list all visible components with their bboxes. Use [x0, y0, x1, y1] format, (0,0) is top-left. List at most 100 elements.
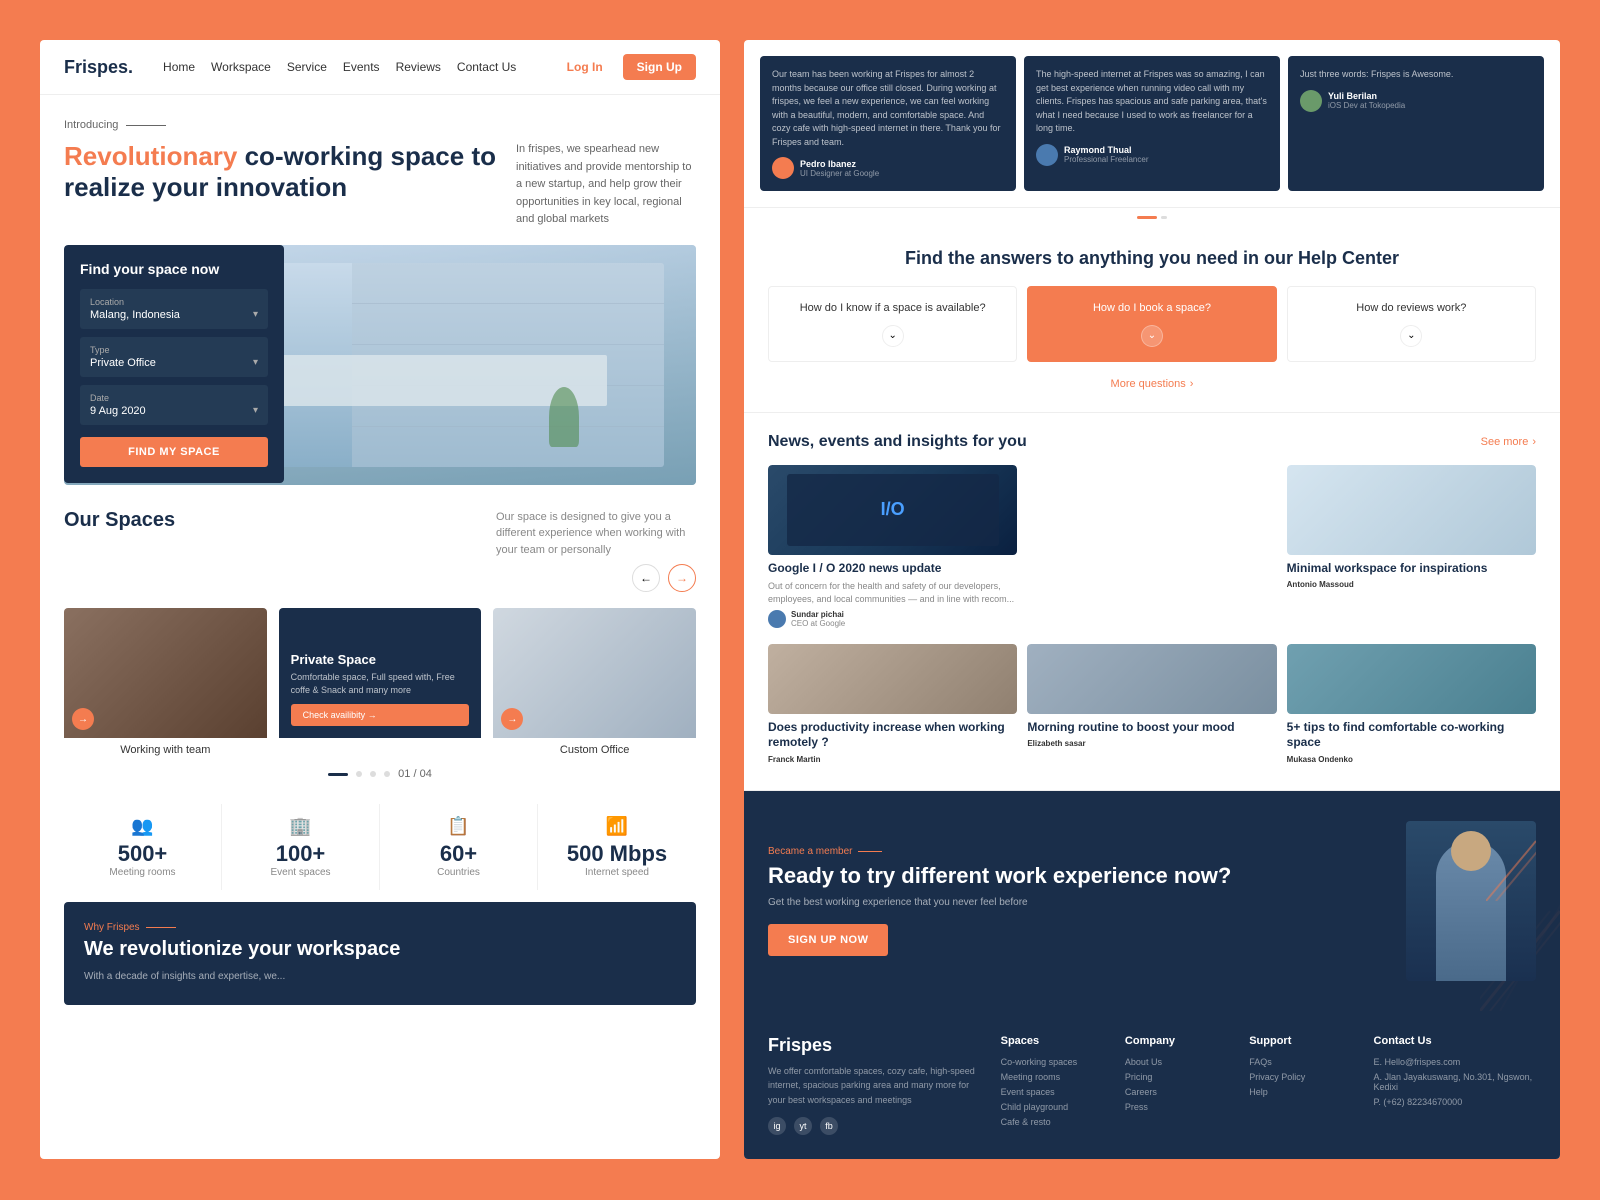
footer-link-meeting[interactable]: Meeting rooms [1001, 1072, 1109, 1082]
search-title: Find your space now [80, 261, 268, 277]
stat-label-3: Countries [437, 867, 480, 878]
news-img-5 [1027, 644, 1276, 714]
footer-link-careers[interactable]: Careers [1125, 1087, 1233, 1097]
cta-signup-button[interactable]: SIGN UP NOW [768, 924, 888, 956]
footer-company: Company About Us Pricing Careers Press [1125, 1035, 1233, 1135]
nav-workspace[interactable]: Workspace [211, 60, 271, 74]
faq-card-1[interactable]: How do I know if a space is available? ⌄ [768, 286, 1017, 361]
space-card-arrow-3[interactable]: → [501, 708, 523, 730]
more-questions-text: More questions [1111, 378, 1186, 390]
news-author-name-6: Mukasa Ondenko [1287, 755, 1353, 764]
footer-link-cafe[interactable]: Cafe & resto [1001, 1117, 1109, 1127]
check-availability-button[interactable]: Check availibity → [291, 704, 470, 726]
page-number: 01 / 04 [398, 768, 432, 780]
footer-spaces: Spaces Co-working spaces Meeting rooms E… [1001, 1035, 1109, 1135]
footer-contact: Contact Us E. Hello@frispes.com A. Jlan … [1374, 1035, 1536, 1135]
news-card-title-6: 5+ tips to find comfortable co-working s… [1287, 720, 1536, 751]
testimonial-3: Just three words: Frispes is Awesome. Yu… [1288, 56, 1544, 191]
see-more-link[interactable]: See more › [1481, 436, 1536, 448]
testimonial-text-1: Our team has been working at Frispes for… [772, 68, 1004, 149]
spaces-section: Our Spaces Our space is designed to give… [40, 485, 720, 805]
date-label: Date [90, 393, 258, 403]
news-card-4: Does productivity increase when working … [768, 644, 1017, 770]
stats-section: 👥 500+ Meeting rooms 🏢 100+ Event spaces… [40, 804, 720, 890]
testimonial-dot-1 [1137, 216, 1157, 219]
author-avatar-1 [772, 157, 794, 179]
footer-link-event[interactable]: Event spaces [1001, 1087, 1109, 1097]
footer-link-about[interactable]: About Us [1125, 1057, 1233, 1067]
footer-support: Support FAQs Privacy Policy Help [1249, 1035, 1357, 1135]
facebook-icon[interactable]: fb [820, 1117, 838, 1135]
instagram-icon[interactable]: ig [768, 1117, 786, 1135]
help-title: Find the answers to anything you need in… [768, 247, 1536, 270]
hero-visual: Find your space now Location Malang, Ind… [64, 245, 696, 485]
more-questions-link[interactable]: More questions › [1111, 378, 1194, 390]
footer-link-press[interactable]: Press [1125, 1102, 1233, 1112]
why-desc: With a decade of insights and expertise,… [84, 969, 676, 985]
author-avatar-3 [1300, 90, 1322, 112]
stat-label-2: Event spaces [270, 867, 330, 878]
stat-label-4: Internet speed [585, 867, 649, 878]
next-arrow-button[interactable]: → [668, 564, 696, 592]
faq-dropdown-1[interactable]: ⌄ [882, 325, 904, 347]
nav-service[interactable]: Service [287, 60, 327, 74]
news-card-author-5: Elizabeth sasar [1027, 739, 1276, 748]
nav-links: Home Workspace Service Events Reviews Co… [163, 60, 547, 74]
footer-link-pricing[interactable]: Pricing [1125, 1072, 1233, 1082]
nav-contact[interactable]: Contact Us [457, 60, 516, 74]
spaces-left: Our Spaces [64, 509, 175, 532]
news-grid-bottom: Does productivity increase when working … [768, 644, 1536, 770]
space-card-img-2: Private Space Comfortable space, Full sp… [279, 608, 482, 738]
type-field[interactable]: Type Private Office [80, 337, 268, 377]
prev-arrow-button[interactable]: ← [632, 564, 660, 592]
footer-link-help[interactable]: Help [1249, 1087, 1357, 1097]
nav-events[interactable]: Events [343, 60, 380, 74]
footer-spaces-title: Spaces [1001, 1035, 1109, 1047]
faq-question-3: How do reviews work? [1356, 302, 1466, 314]
stat-event-spaces: 🏢 100+ Event spaces [222, 804, 380, 890]
spaces-right: Our space is designed to give you a diff… [496, 509, 696, 593]
stat-number-1: 500+ [118, 841, 168, 867]
space-card-img-3: → [493, 608, 696, 738]
why-section: Why Frispes We revolutionize your worksp… [64, 902, 696, 1005]
hero-title: Revolutionary co-working space to realiz… [64, 141, 500, 203]
date-field[interactable]: Date 9 Aug 2020 [80, 385, 268, 425]
find-space-button[interactable]: FIND MY SPACE [80, 437, 268, 467]
location-field[interactable]: Location Malang, Indonesia [80, 289, 268, 329]
pagination: 01 / 04 [64, 768, 696, 780]
cta-content: Became a member Ready to try different w… [768, 846, 1231, 956]
hero-image: Find your space now Location Malang, Ind… [64, 245, 696, 485]
space-card-arrow-1[interactable]: → [72, 708, 94, 730]
youtube-icon[interactable]: yt [794, 1117, 812, 1135]
news-card-1: I/O Google I / O 2020 news update Out of… [768, 465, 1017, 634]
date-value: 9 Aug 2020 [90, 405, 258, 417]
testimonial-author-3: Yuli Berilan iOS Dev at Tokopedia [1300, 90, 1532, 112]
help-section: Find the answers to anything you need in… [744, 227, 1560, 413]
right-panel: Our team has been working at Frispes for… [744, 40, 1560, 1159]
footer-company-title: Company [1125, 1035, 1233, 1047]
type-label: Type [90, 345, 258, 355]
location-label: Location [90, 297, 258, 307]
faq-dropdown-2[interactable]: ⌄ [1141, 325, 1163, 347]
footer-link-faqs[interactable]: FAQs [1249, 1057, 1357, 1067]
faq-card-3[interactable]: How do reviews work? ⌄ [1287, 286, 1536, 361]
news-section-title: News, events and insights for you [768, 433, 1027, 451]
footer-email: E. Hello@frispes.com [1374, 1057, 1536, 1067]
footer-link-coworking[interactable]: Co-working spaces [1001, 1057, 1109, 1067]
nav-reviews[interactable]: Reviews [396, 60, 441, 74]
footer-link-child[interactable]: Child playground [1001, 1102, 1109, 1112]
faq-dropdown-3[interactable]: ⌄ [1400, 325, 1422, 347]
signup-button[interactable]: Sign Up [623, 54, 696, 80]
news-grid-top: I/O Google I / O 2020 news update Out of… [768, 465, 1536, 634]
testimonial-dots [744, 208, 1560, 227]
news-section: News, events and insights for you See mo… [744, 413, 1560, 791]
footer-link-privacy[interactable]: Privacy Policy [1249, 1072, 1357, 1082]
nav-home[interactable]: Home [163, 60, 195, 74]
news-card-title-3: Minimal workspace for inspirations [1287, 561, 1536, 577]
news-card-title-1: Google I / O 2020 news update [768, 561, 1017, 577]
login-button[interactable]: Log In [567, 60, 603, 74]
faq-card-2[interactable]: How do I book a space? ⌄ [1027, 286, 1276, 361]
logo: Frispes. [64, 57, 133, 78]
dot-2 [356, 771, 362, 777]
type-value: Private Office [90, 357, 258, 369]
